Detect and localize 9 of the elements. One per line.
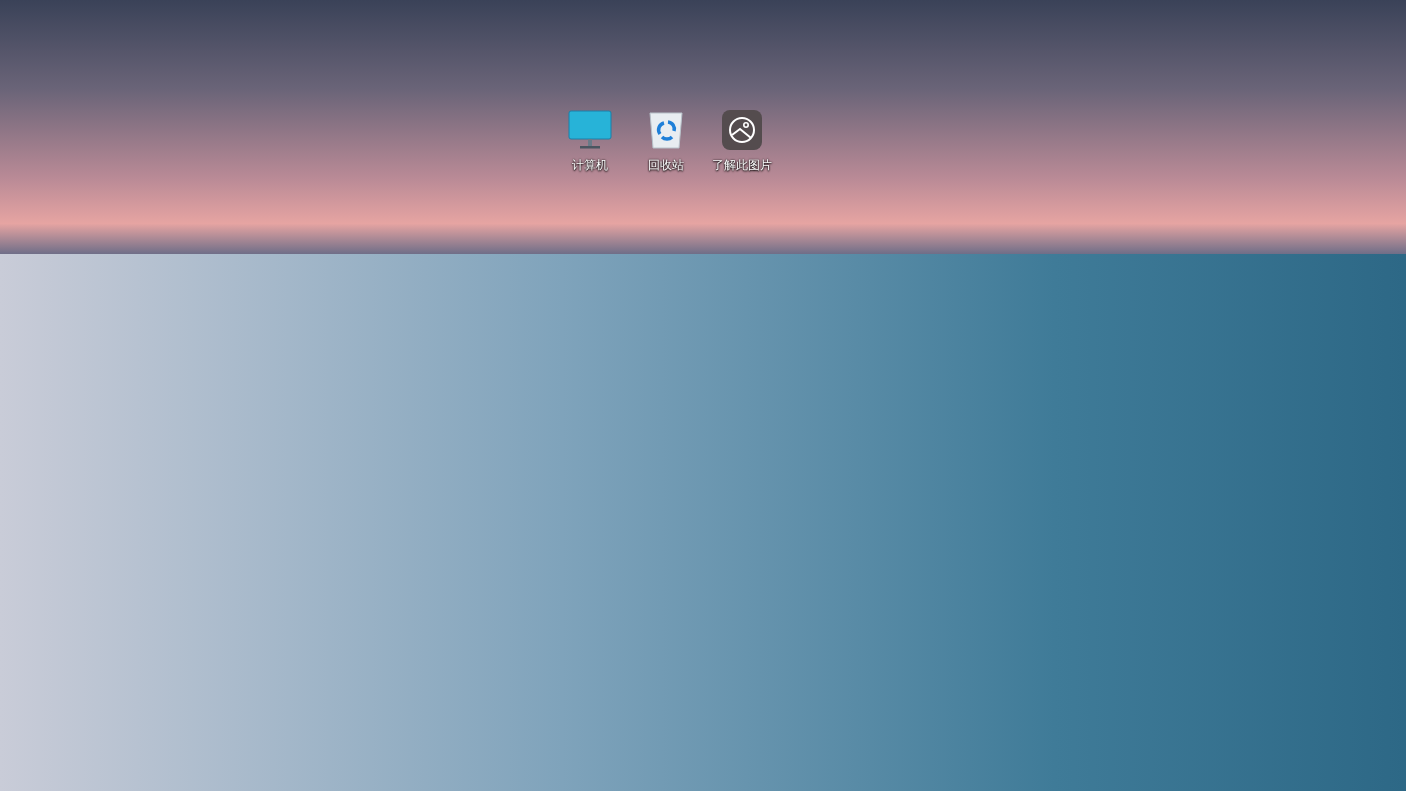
recycle-bin-icon xyxy=(646,110,686,150)
desktop-shortcut[interactable]: 回收站 xyxy=(629,110,703,174)
monitor-icon xyxy=(568,110,612,150)
picture-icon xyxy=(722,110,762,150)
shortcut-label: 了解此图片 xyxy=(712,157,772,174)
desktop-shortcut[interactable]: 了解此图片 xyxy=(705,110,779,174)
shortcut-label: 回收站 xyxy=(648,157,684,174)
shortcut-label: 计算机 xyxy=(572,157,608,174)
desktop-shortcut[interactable]: 计算机 xyxy=(553,110,627,174)
